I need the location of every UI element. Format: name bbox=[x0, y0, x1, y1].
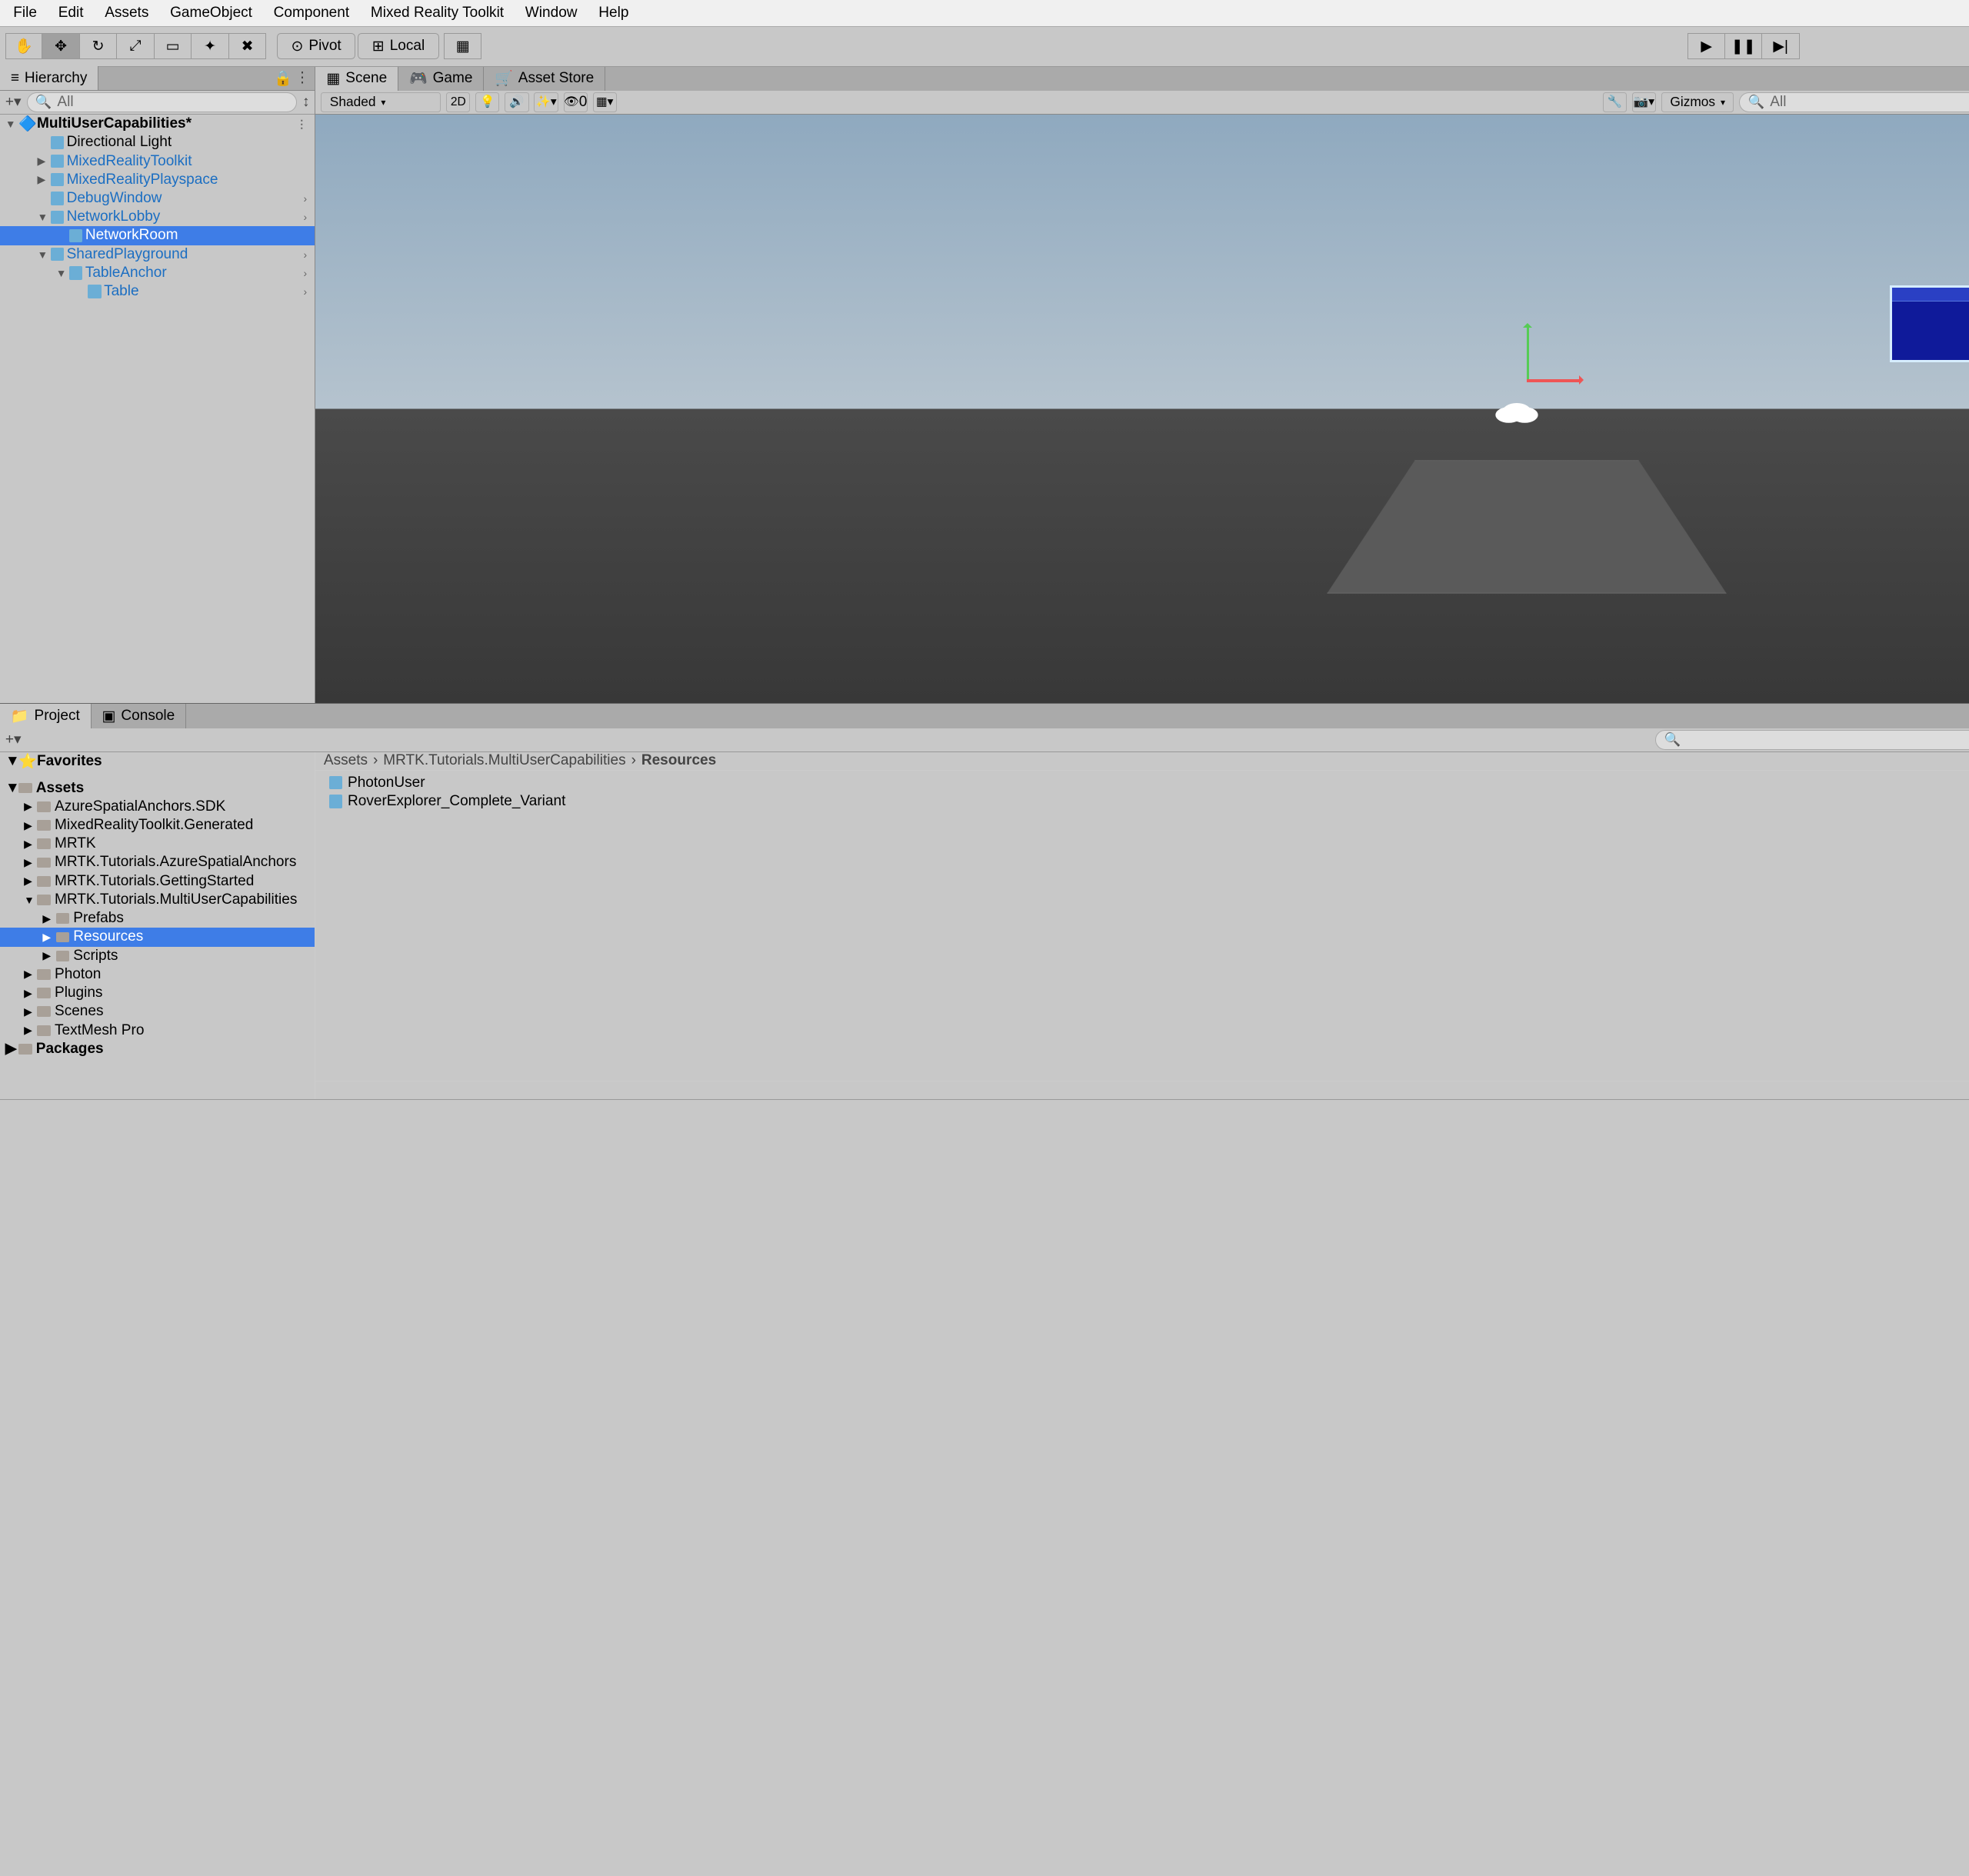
grid-toggle[interactable]: ▦▾ bbox=[593, 92, 617, 112]
hierarchy-panel: ≡ Hierarchy 🔒⋮ +▾ 🔍 All ↕ ▼🔷 MultiUserCa… bbox=[0, 67, 315, 704]
console-tab[interactable]: ▣ Console bbox=[92, 704, 187, 728]
gizmos-dropdown[interactable]: Gizmos bbox=[1661, 92, 1734, 112]
tool-rotate[interactable]: ↻ bbox=[80, 33, 117, 60]
menu-window[interactable]: Window bbox=[515, 2, 588, 24]
project-area: 📁 Project ▣ Console 🔒 ⋮ +▾ 🔍 ◆ 🏷 ★ 👁 16 … bbox=[0, 703, 1969, 1098]
hierarchy-item[interactable]: ▼TableAnchor› bbox=[0, 264, 315, 282]
main-toolbar: ✋ ✥ ↻ ⤢ ▭ ✦ ✖ ⊙ Pivot ⊞ Local ▦ ▶ ❚❚ ▶| … bbox=[0, 27, 1969, 67]
scene-viewport[interactable]: y x 🔒 ◂ Back bbox=[315, 115, 1969, 704]
assets-root[interactable]: ▼Assets bbox=[0, 778, 315, 797]
camera-icon[interactable]: 📷▾ bbox=[1632, 92, 1656, 112]
hierarchy-item[interactable]: ▼NetworkLobby› bbox=[0, 208, 315, 226]
menu-mrtk[interactable]: Mixed Reality Toolkit bbox=[360, 2, 515, 24]
tool-hand[interactable]: ✋ bbox=[5, 33, 42, 60]
hierarchy-lock-icon[interactable]: 🔒 bbox=[274, 69, 292, 88]
hierarchy-menu-icon[interactable]: ⋮ bbox=[295, 69, 310, 88]
hierarchy-item[interactable]: ▼SharedPlayground› bbox=[0, 245, 315, 264]
project-search[interactable]: 🔍 bbox=[1655, 730, 1969, 750]
hierarchy-item[interactable]: Table› bbox=[0, 282, 315, 301]
asset-store-tab[interactable]: 🛒 Asset Store bbox=[484, 67, 605, 91]
folder-item[interactable]: ▼MRTK.Tutorials.MultiUserCapabilities bbox=[0, 891, 315, 909]
folder-item[interactable]: ▶MRTK.Tutorials.AzureSpatialAnchors bbox=[0, 853, 315, 871]
hierarchy-search[interactable]: 🔍 All bbox=[27, 92, 298, 112]
scene-tab[interactable]: ▦ Scene bbox=[315, 67, 398, 91]
statusbar: Auto Generate Lighting Off bbox=[0, 1099, 1969, 1121]
breadcrumb: Assets › MRTK.Tutorials.MultiUserCapabil… bbox=[315, 752, 1969, 771]
folder-item[interactable]: ▶MRTK.Tutorials.GettingStarted bbox=[0, 872, 315, 891]
project-folder-tree: ▼⭐ Favorites ▼Assets ▶AzureSpatialAnchor… bbox=[0, 752, 315, 1099]
game-tab[interactable]: 🎮 Game bbox=[398, 67, 484, 91]
pause-button[interactable]: ❚❚ bbox=[1725, 33, 1762, 60]
menu-help[interactable]: Help bbox=[588, 2, 639, 24]
menu-component[interactable]: Component bbox=[263, 2, 360, 24]
project-tab[interactable]: 📁 Project bbox=[0, 704, 92, 728]
hierarchy-item[interactable]: NetworkRoom bbox=[0, 226, 315, 245]
breadcrumb-item[interactable]: Assets bbox=[324, 752, 368, 769]
scene-panel: ▦ Scene 🎮 Game 🛒 Asset Store ⋮ Shaded 2D… bbox=[315, 67, 1969, 704]
hierarchy-item[interactable]: DebugWindow› bbox=[0, 189, 315, 208]
hierarchy-add-icon[interactable]: +▾ bbox=[5, 93, 22, 111]
project-add-icon[interactable]: +▾ bbox=[5, 731, 22, 748]
fx-toggle[interactable]: ✨▾ bbox=[534, 92, 558, 112]
tool-transform[interactable]: ✦ bbox=[192, 33, 228, 60]
folder-item[interactable]: ▶MixedRealityToolkit.Generated bbox=[0, 816, 315, 835]
folder-item[interactable]: ▶Photon bbox=[0, 965, 315, 984]
selected-object-gizmo[interactable] bbox=[1502, 403, 1531, 422]
folder-item[interactable]: ▶Scripts bbox=[0, 947, 315, 965]
tools-icon[interactable]: 🔧 bbox=[1603, 92, 1627, 112]
packages-root[interactable]: ▶Packages bbox=[0, 1040, 315, 1058]
shading-mode-dropdown[interactable]: Shaded bbox=[321, 92, 441, 112]
2d-toggle[interactable]: 2D bbox=[446, 92, 470, 112]
tool-custom[interactable]: ✖ bbox=[229, 33, 266, 60]
scene-menu-icon[interactable]: ⋮ bbox=[296, 118, 307, 131]
tool-move[interactable]: ✥ bbox=[42, 33, 79, 60]
menu-edit[interactable]: Edit bbox=[48, 2, 95, 24]
file-item[interactable]: PhotonUser bbox=[318, 774, 1969, 792]
folder-item[interactable]: ▶Scenes bbox=[0, 1002, 315, 1021]
debug-window-object[interactable] bbox=[1890, 285, 1969, 362]
scene-search[interactable]: 🔍 All bbox=[1739, 92, 1969, 112]
tool-rect[interactable]: ▭ bbox=[155, 33, 192, 60]
hierarchy-item[interactable]: Directional Light bbox=[0, 133, 315, 152]
hierarchy-tab[interactable]: ≡ Hierarchy bbox=[0, 66, 98, 90]
hierarchy-item[interactable]: ▶MixedRealityPlayspace bbox=[0, 171, 315, 189]
breadcrumb-item[interactable]: Resources bbox=[641, 752, 716, 769]
folder-item[interactable]: ▶MRTK bbox=[0, 835, 315, 853]
breadcrumb-item[interactable]: MRTK.Tutorials.MultiUserCapabilities bbox=[383, 752, 625, 769]
file-item[interactable]: RoverExplorer_Complete_Variant bbox=[318, 792, 1969, 811]
menu-assets[interactable]: Assets bbox=[94, 2, 159, 24]
hierarchy-item[interactable]: ▶MixedRealityToolkit bbox=[0, 152, 315, 170]
menu-gameobject[interactable]: GameObject bbox=[159, 2, 263, 24]
favorites-root[interactable]: ▼⭐ Favorites bbox=[0, 752, 315, 771]
folder-item[interactable]: ▶AzureSpatialAnchors.SDK bbox=[0, 798, 315, 816]
folder-item[interactable]: ▶Plugins bbox=[0, 984, 315, 1002]
folder-item[interactable]: ▶Prefabs bbox=[0, 909, 315, 928]
audio-toggle[interactable]: 🔊 bbox=[505, 92, 528, 112]
lighting-toggle[interactable]: 💡 bbox=[475, 92, 499, 112]
floor-object[interactable] bbox=[1327, 460, 1727, 593]
pivot-toggle[interactable]: ⊙ Pivot bbox=[277, 33, 355, 60]
menu-file[interactable]: File bbox=[2, 2, 47, 24]
folder-item[interactable]: ▶TextMesh Pro bbox=[0, 1021, 315, 1039]
scene-root[interactable]: ▼🔷 MultiUserCapabilities* ⋮ bbox=[0, 115, 315, 133]
play-button[interactable]: ▶ bbox=[1687, 33, 1724, 60]
tool-scale[interactable]: ⤢ bbox=[117, 33, 154, 60]
folder-item[interactable]: ▶Resources bbox=[0, 928, 315, 946]
menubar: File Edit Assets GameObject Component Mi… bbox=[0, 0, 1969, 27]
snap-toggle[interactable]: ▦ bbox=[444, 33, 481, 60]
hidden-toggle[interactable]: 👁 0 bbox=[564, 92, 588, 112]
local-toggle[interactable]: ⊞ Local bbox=[358, 33, 438, 60]
step-button[interactable]: ▶| bbox=[1762, 33, 1799, 60]
hierarchy-sort-icon[interactable]: ↕ bbox=[302, 94, 310, 111]
